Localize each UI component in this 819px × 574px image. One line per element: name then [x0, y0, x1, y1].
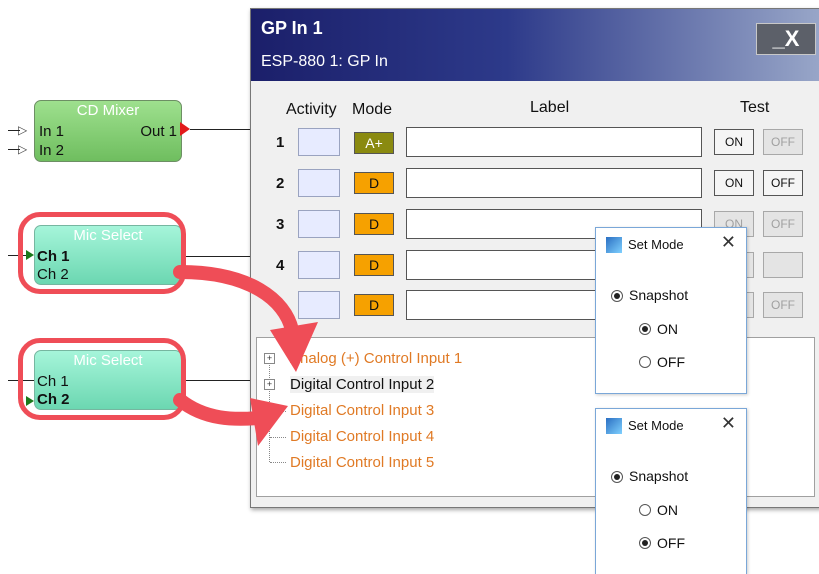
- tree-expand-1-icon[interactable]: +: [264, 353, 275, 364]
- header-activity: Activity: [286, 101, 337, 118]
- popup-off-off-label: OFF: [657, 535, 685, 551]
- row-1-activity: [298, 128, 340, 156]
- popup-on-snapshot-label: Snapshot: [629, 287, 689, 303]
- row-1-label-input[interactable]: [406, 127, 702, 157]
- header-label: Label: [530, 99, 570, 116]
- row-5-activity: [298, 291, 340, 319]
- row-3-mode-button[interactable]: D: [354, 213, 394, 235]
- dialog-title: GP In 1: [261, 18, 323, 38]
- set-mode-popup-off: Set Mode ✕ Snapshot ON OFF: [595, 408, 747, 574]
- row-1-number: 1: [276, 134, 285, 151]
- header-test: Test: [740, 99, 770, 116]
- row-3-test-off[interactable]: OFF: [763, 211, 803, 237]
- row-1-test-on[interactable]: ON: [714, 129, 754, 155]
- minimize-close-buttons[interactable]: _X: [756, 23, 816, 55]
- row-5-test-off[interactable]: OFF: [763, 292, 803, 318]
- tree-item-5[interactable]: Digital Control Input 5: [290, 454, 434, 471]
- wire-mic-select-1: [184, 256, 250, 257]
- row-2-mode-button[interactable]: D: [354, 172, 394, 194]
- app-icon: [606, 418, 622, 434]
- row-4-mode-button[interactable]: D: [354, 254, 394, 276]
- row-2-test-on[interactable]: ON: [714, 170, 754, 196]
- cd-mixer-in1: In 1: [39, 123, 65, 140]
- wire-cd-mixer-out: [190, 129, 250, 130]
- popup-on-title: Set Mode: [628, 237, 684, 252]
- row-2-activity: [298, 169, 340, 197]
- row-2-number: 2: [276, 175, 285, 192]
- app-icon: [606, 237, 622, 253]
- mic-select-2-highlight: [18, 338, 186, 420]
- mic-select-1-highlight: [18, 212, 186, 294]
- popup-on-off-label: OFF: [657, 354, 685, 370]
- header-mode: Mode: [352, 101, 393, 118]
- popup-off-close-icon[interactable]: ✕: [721, 413, 736, 434]
- tree-item-3[interactable]: Digital Control Input 3: [290, 402, 434, 419]
- popup-off-snapshot-radio[interactable]: [611, 471, 623, 483]
- tree-expand-2-icon[interactable]: +: [264, 379, 275, 390]
- popup-on-on-label: ON: [657, 321, 678, 337]
- popup-on-close-icon[interactable]: ✕: [721, 232, 736, 253]
- popup-on-on-radio[interactable]: [639, 323, 651, 335]
- dialog-subtitle: ESP-880 1: GP In: [261, 53, 388, 70]
- cd-mixer-in2: In 2: [39, 142, 65, 159]
- row-4-activity: [298, 251, 340, 279]
- popup-on-off-radio[interactable]: [639, 356, 651, 368]
- popup-off-on-label: ON: [657, 502, 678, 518]
- popup-on-snapshot-radio[interactable]: [611, 290, 623, 302]
- tree-connector-vertical: [269, 362, 270, 462]
- row-5-mode-button[interactable]: D: [354, 294, 394, 316]
- cd-mixer-block[interactable]: CD Mixer In 1 In 2 Out 1: [34, 100, 182, 162]
- tree-item-1[interactable]: Analog (+) Control Input 1: [290, 350, 462, 367]
- row-5-number: 5: [276, 298, 285, 315]
- popup-off-snapshot-label: Snapshot: [629, 468, 689, 484]
- row-4-test-off[interactable]: [763, 252, 803, 278]
- row-3-number: 3: [276, 216, 285, 233]
- wire-mic-select-2: [184, 380, 250, 381]
- row-2-test-off[interactable]: OFF: [763, 170, 803, 196]
- tree-connector-3: [270, 411, 286, 412]
- tree-item-4[interactable]: Digital Control Input 4: [290, 428, 434, 445]
- popup-off-off-radio[interactable]: [639, 537, 651, 549]
- row-3-activity: [298, 210, 340, 238]
- arrow-2-shaft: [173, 393, 265, 426]
- popup-off-title: Set Mode: [628, 418, 684, 433]
- cd-mixer-in1-wire: [8, 130, 20, 131]
- row-4-number: 4: [276, 257, 285, 274]
- cd-mixer-in2-wire: [8, 149, 20, 150]
- row-2-label-input[interactable]: [406, 168, 702, 198]
- popup-off-on-radio[interactable]: [639, 504, 651, 516]
- tree-item-2[interactable]: Digital Control Input 2: [290, 376, 435, 393]
- set-mode-popup-on: Set Mode ✕ Snapshot ON OFF: [595, 227, 747, 394]
- row-1-test-off[interactable]: OFF: [763, 129, 803, 155]
- cd-mixer-out1: Out 1: [140, 123, 177, 140]
- tree-connector-5: [270, 462, 286, 463]
- cd-mixer-out-pin[interactable]: [180, 122, 190, 136]
- dialog-titlebar[interactable]: GP In 1 ESP-880 1: GP In _X: [251, 9, 819, 81]
- cd-mixer-title: CD Mixer: [76, 102, 140, 119]
- tree-connector-4: [270, 437, 286, 438]
- row-1-mode-button[interactable]: A+: [354, 132, 394, 154]
